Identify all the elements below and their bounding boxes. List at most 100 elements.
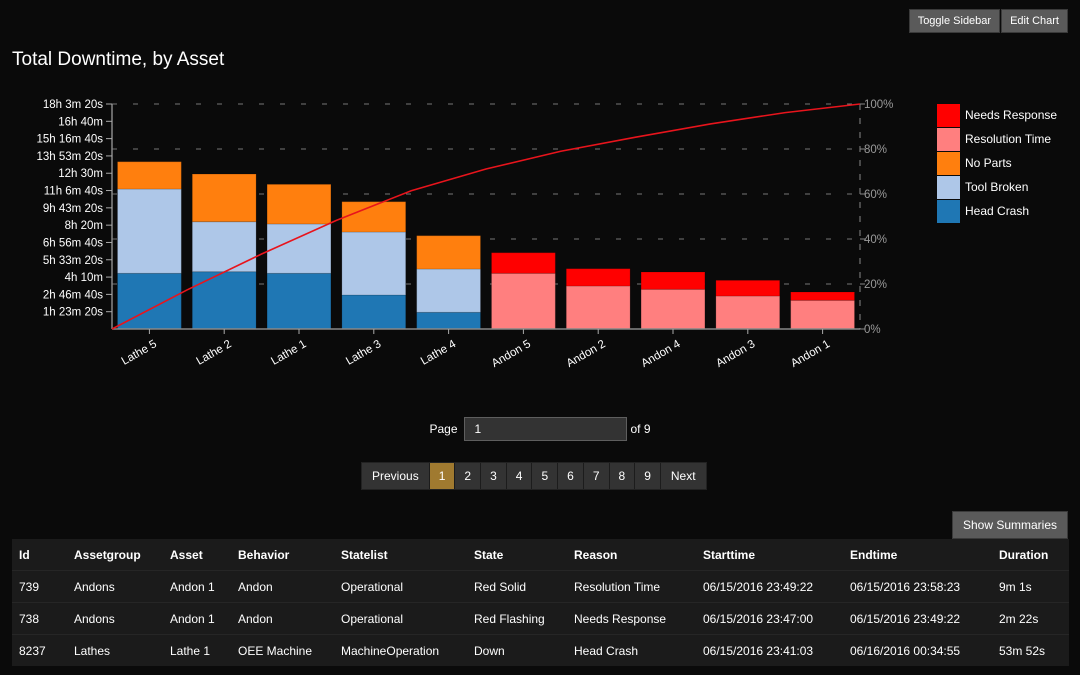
cell-statelist: Operational (334, 602, 467, 635)
x-tick-label: Andon 3 (714, 338, 757, 370)
bar-segment-resolution-time (640, 288, 706, 330)
cell-reason: Head Crash (567, 634, 696, 666)
x-tick-label: Lathe 5 (120, 338, 159, 368)
page-button-4[interactable]: 4 (506, 463, 533, 489)
column-header-reason[interactable]: Reason (567, 539, 696, 571)
column-header-id[interactable]: Id (12, 539, 67, 571)
page-button-8[interactable]: 8 (609, 463, 636, 489)
cell-starttime: 06/15/2016 23:41:03 (696, 634, 843, 666)
cell-assetgroup: Andons (67, 570, 163, 603)
bar-segment-needs-response (565, 268, 631, 287)
column-header-state[interactable]: State (467, 539, 567, 571)
cell-statelist: Operational (334, 570, 467, 603)
y-tick-label: 18h 3m 20s (43, 99, 103, 111)
legend: Needs Response Resolution Time No Parts Too… (937, 104, 1057, 223)
column-header-starttime[interactable]: Starttime (696, 539, 843, 571)
cell-state: Red Flashing (467, 602, 567, 635)
table-row[interactable]: 8237 Lathes Lathe 1 OEE Machine MachineO… (12, 634, 1069, 666)
legend-swatch (937, 176, 960, 199)
page-button-1[interactable]: 1 (429, 463, 456, 489)
y-tick-label: 11h 6m 40s (44, 186, 103, 198)
bar-segment-resolution-time (715, 295, 781, 330)
bar-segment-head-crash (341, 294, 407, 330)
bar-segment-no-parts (191, 173, 257, 223)
bar-segment-no-parts (116, 161, 182, 190)
table-row[interactable]: 739 Andons Andon 1 Andon Operational Red… (12, 570, 1069, 603)
top-toolbar: Toggle Sidebar Edit Chart (908, 9, 1068, 33)
toggle-sidebar-button[interactable]: Toggle Sidebar (908, 9, 1001, 33)
bar-segment-resolution-time (490, 272, 556, 330)
table-header-row: Id Assetgroup Asset Behavior Statelist S… (12, 539, 1069, 571)
column-header-assetgroup[interactable]: Assetgroup (67, 539, 163, 571)
y2-tick-label: 60% (864, 189, 887, 201)
bar-segment-needs-response (790, 291, 856, 301)
x-tick-label: Andon 2 (565, 338, 608, 370)
y-tick-label: 4h 10m (65, 272, 103, 284)
previous-page-button[interactable]: Previous (362, 463, 430, 489)
y-tick-label: 2h 46m 40s (43, 289, 103, 301)
legend-label: Resolution Time (965, 132, 1051, 146)
x-axis: Lathe 5 Lathe 2 Lathe 1 Lathe 3 Lathe 4 Andon… (112, 328, 860, 370)
bar-segment-tool-broken (266, 223, 332, 274)
y-tick-label: 8h 20m (65, 220, 103, 232)
legend-swatch (937, 104, 960, 127)
page-selector: Page of 9 (0, 417, 1080, 441)
x-tick-label: Andon 4 (639, 338, 683, 370)
page-number-input[interactable] (463, 417, 627, 441)
cell-asset: Andon 1 (163, 570, 231, 603)
cell-asset: Andon 1 (163, 602, 231, 635)
cell-reason: Resolution Time (567, 570, 696, 603)
cell-endtime: 06/15/2016 23:49:22 (843, 602, 992, 635)
page-count-label: of 9 (630, 422, 651, 436)
legend-swatch (937, 200, 960, 223)
bar-segment-head-crash (266, 272, 332, 330)
y-tick-label: 5h 33m 20s (43, 255, 103, 267)
column-header-duration[interactable]: Duration (992, 539, 1069, 571)
page-button-9[interactable]: 9 (635, 463, 661, 489)
next-page-button[interactable]: Next (660, 463, 706, 489)
bar-segment-head-crash (191, 271, 257, 330)
bar-segment-head-crash (416, 311, 482, 330)
cell-reason: Needs Response (567, 602, 696, 635)
bar-segment-tool-broken (416, 268, 482, 313)
column-header-asset[interactable]: Asset (163, 539, 231, 571)
cell-behavior: Andon (231, 570, 334, 603)
page-button-2[interactable]: 2 (455, 463, 482, 489)
cell-assetgroup: Lathes (67, 634, 163, 666)
events-table: Id Assetgroup Asset Behavior Statelist S… (12, 539, 1069, 666)
cell-state: Down (467, 634, 567, 666)
edit-chart-button[interactable]: Edit Chart (1001, 9, 1068, 33)
x-tick-label: Lathe 2 (194, 338, 233, 368)
column-header-statelist[interactable]: Statelist (334, 539, 467, 571)
x-tick-label: Lathe 1 (269, 338, 308, 368)
bar-segment-resolution-time (565, 285, 631, 330)
y2-tick-label: 40% (864, 234, 887, 246)
cell-starttime: 06/15/2016 23:47:00 (696, 602, 843, 635)
bar-segment-tool-broken (341, 231, 407, 296)
y-tick-label: 6h 56m 40s (43, 237, 103, 249)
cell-starttime: 06/15/2016 23:49:22 (696, 570, 843, 603)
pagination: Previous 1 2 3 4 5 6 7 8 9 Next (361, 462, 707, 490)
column-header-behavior[interactable]: Behavior (231, 539, 334, 571)
column-header-endtime[interactable]: Endtime (843, 539, 992, 571)
cell-endtime: 06/16/2016 00:34:55 (843, 634, 992, 666)
legend-label: No Parts (965, 156, 1012, 170)
y2-tick-label: 100% (864, 99, 893, 111)
show-summaries-button[interactable]: Show Summaries (951, 511, 1068, 539)
page-button-5[interactable]: 5 (532, 463, 559, 489)
y-tick-label: 15h 16m 40s (37, 134, 104, 146)
cell-duration: 53m 52s (992, 634, 1069, 666)
page-button-6[interactable]: 6 (558, 463, 584, 489)
cell-behavior: OEE Machine (231, 634, 334, 666)
page-button-3[interactable]: 3 (481, 463, 507, 489)
pareto-chart: 1h 23m 20s 2h 46m 40s 4h 10m 5h 33m 20s 6h 5… (37, 99, 1058, 370)
table-row[interactable]: 738 Andons Andon 1 Andon Operational Red… (12, 602, 1069, 635)
bar-segment-no-parts (416, 235, 482, 270)
cell-id: 8237 (12, 634, 67, 666)
cell-endtime: 06/15/2016 23:58:23 (843, 570, 992, 603)
legend-label: Needs Response (965, 108, 1057, 122)
page-button-7[interactable]: 7 (583, 463, 610, 489)
legend-label: Tool Broken (965, 180, 1028, 194)
bar-segment-tool-broken (191, 221, 257, 273)
bar-segment-needs-response (490, 252, 556, 274)
